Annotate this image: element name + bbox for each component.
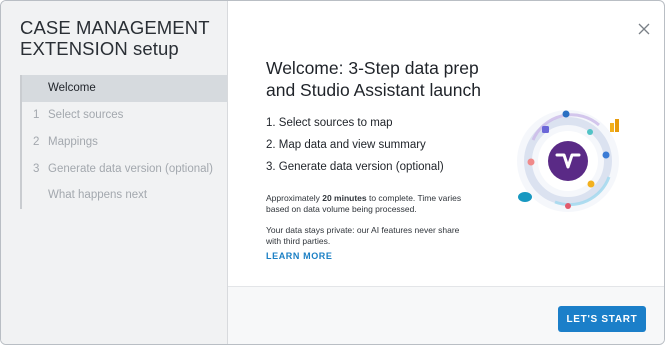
time-estimate-line-2: based on data volume being processed. [266, 204, 417, 214]
setup-title-line-2: EXTENSION setup [20, 38, 179, 59]
privacy-note: Your data stays private: our AI features… [266, 225, 476, 247]
step-summary-item: 3. Generate data version (optional) [266, 161, 444, 173]
time-suffix: to complete. Time varies [366, 193, 462, 203]
time-estimate-line-1: Approximately 20 minutes to complete. Ti… [266, 193, 476, 204]
lets-start-button[interactable]: LET'S START [558, 306, 646, 332]
step-generate-data-version[interactable]: 3 Generate data version (optional) [22, 156, 227, 183]
welcome-title-line-1: Welcome: 3-Step data prep [266, 58, 479, 78]
setup-title-line-1: CASE MANAGEMENT [20, 17, 210, 38]
step-select-sources[interactable]: 1 Select sources [22, 102, 227, 129]
setup-sidebar: CASE MANAGEMENT EXTENSION setup Welcome … [1, 1, 228, 344]
time-duration: 20 minutes [322, 193, 367, 203]
welcome-title-line-2: and Studio Assistant launch [266, 80, 482, 100]
step-list: Welcome 1 Select sources 2 Mappings 3 Ge… [20, 75, 229, 209]
step-number: 1 [33, 109, 40, 121]
close-button[interactable] [634, 19, 654, 39]
welcome-title: Welcome: 3-Step data prep and Studio Ass… [266, 57, 506, 101]
dialog-footer: LET'S START [228, 286, 664, 344]
setup-dialog: CASE MANAGEMENT EXTENSION setup Welcome … [0, 0, 665, 345]
step-label: Select sources [48, 109, 124, 121]
step-label: What happens next [48, 189, 148, 201]
setup-title: CASE MANAGEMENT EXTENSION setup [20, 17, 220, 59]
time-prefix: Approximately [266, 193, 323, 203]
step-summary-item: 2. Map data and view summary [266, 139, 426, 151]
studio-assistant-orbit-icon [511, 105, 637, 217]
learn-more-link[interactable]: LEARN MORE [266, 251, 333, 261]
step-mappings[interactable]: 2 Mappings [22, 129, 227, 156]
close-icon [638, 23, 650, 35]
step-label: Mappings [48, 136, 98, 148]
step-what-happens-next[interactable]: What happens next [22, 182, 227, 209]
privacy-line-2: with third parties. [266, 236, 331, 246]
step-welcome[interactable]: Welcome [22, 75, 227, 102]
step-summary-item: 1. Select sources to map [266, 117, 393, 129]
welcome-panel: Welcome: 3-Step data prep and Studio Ass… [228, 1, 664, 344]
privacy-line-1: Your data stays private: our AI features… [266, 225, 460, 235]
step-label: Generate data version (optional) [48, 163, 213, 175]
step-number: 3 [33, 163, 40, 175]
time-estimate-note: Approximately 20 minutes to complete. Ti… [266, 193, 476, 215]
step-number: 2 [33, 136, 40, 148]
step-label: Welcome [48, 82, 96, 94]
